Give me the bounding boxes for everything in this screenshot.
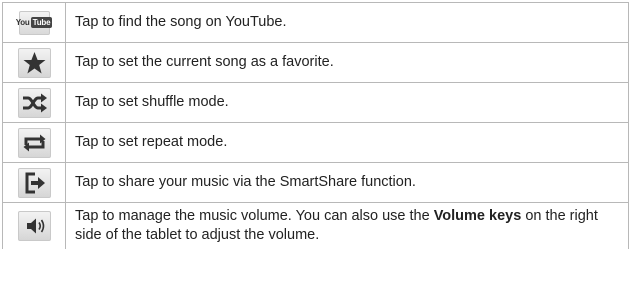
star-icon: [17, 47, 51, 78]
description-text: Tap to set repeat mode.: [65, 122, 629, 163]
icon-cell: You Tube: [2, 2, 66, 43]
icon-cell: [2, 122, 66, 163]
icon-description-table: You Tube Tap to find the song on YouTube.…: [2, 2, 629, 249]
youtube-logo-tube: Tube: [30, 17, 53, 28]
table-row-favorite: Tap to set the current song as a favorit…: [2, 42, 629, 83]
volume-keys-label: Volume keys: [433, 207, 522, 224]
table-row-repeat: Tap to set repeat mode.: [2, 122, 629, 163]
table-row-share: Tap to share your music via the SmartSha…: [2, 162, 629, 203]
icon-cell: [2, 42, 66, 83]
youtube-logo-you: You: [15, 18, 30, 27]
icon-cell: [2, 202, 66, 249]
icon-cell: [2, 162, 66, 203]
description-text-part: Tap to manage the music volume. You can …: [75, 207, 434, 224]
table-row-shuffle: Tap to set shuffle mode.: [2, 82, 629, 123]
table-row-volume: Tap to manage the music volume. You can …: [2, 202, 629, 249]
share-icon: [17, 167, 51, 198]
repeat-icon: [17, 127, 51, 158]
description-text: Tap to share your music via the SmartSha…: [65, 162, 629, 203]
volume-icon: [17, 210, 51, 241]
description-text: Tap to find the song on YouTube.: [65, 2, 629, 43]
table-row-youtube: You Tube Tap to find the song on YouTube.: [2, 2, 629, 43]
description-text: Tap to manage the music volume. You can …: [65, 202, 629, 249]
icon-cell: [2, 82, 66, 123]
description-text: Tap to set shuffle mode.: [65, 82, 629, 123]
description-text: Tap to set the current song as a favorit…: [65, 42, 629, 83]
youtube-icon: You Tube: [15, 10, 53, 35]
shuffle-icon: [17, 87, 51, 118]
